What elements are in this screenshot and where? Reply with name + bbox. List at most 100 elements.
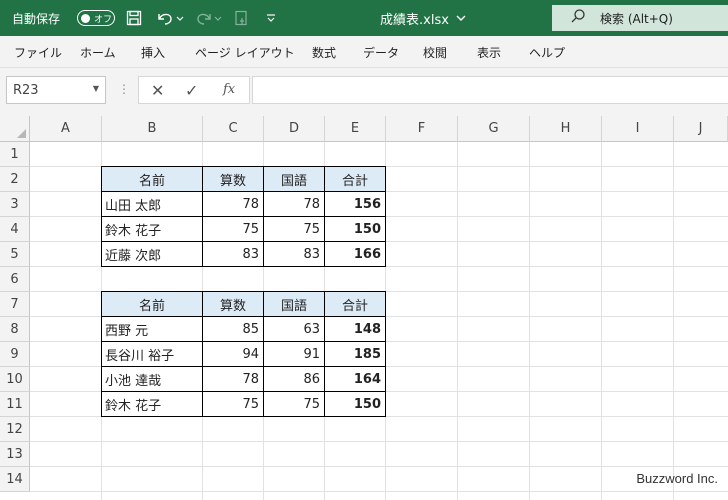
formula-bar-grip-icon[interactable]: ⋮ [118,82,130,96]
row-header[interactable]: 5 [0,242,30,267]
row-header[interactable]: 14 [0,467,30,492]
table2-cell[interactable]: 75 [263,391,325,417]
table2-cell[interactable]: 91 [263,341,325,367]
table2-cell[interactable]: 小池 達哉 [101,366,203,392]
table2-cell[interactable]: 西野 元 [101,316,203,342]
table2-cell[interactable]: 長谷川 裕子 [101,341,203,367]
table1-cell[interactable]: 75 [202,216,264,242]
table2-header-total[interactable]: 合計 [324,291,386,317]
name-box[interactable]: R23 ▼ [6,76,106,104]
table1-header-japanese[interactable]: 国語 [263,166,325,192]
column-header[interactable]: G [458,116,530,142]
table2-cell[interactable]: 150 [324,391,386,417]
cancel-icon[interactable]: ✕ [151,81,164,100]
title-bar: 自動保存 オフ 成績表.xlsx 検索 (Alt+Q) [0,0,728,36]
autosave-label: 自動保存 [12,11,61,26]
table1-header-total[interactable]: 合計 [324,166,386,192]
column-header[interactable]: I [602,116,674,142]
gridline [457,142,458,500]
gridline [30,491,728,492]
row-header[interactable]: 11 [0,392,30,417]
row-header[interactable]: 3 [0,192,30,217]
customize-toolbar-icon[interactable] [265,0,277,36]
undo-icon[interactable] [156,0,184,36]
select-all-corner[interactable] [0,116,30,142]
table2-cell[interactable]: 鈴木 花子 [101,391,203,417]
save-icon[interactable] [126,0,142,36]
column-header[interactable]: B [102,116,203,142]
toggle-knob [81,13,90,23]
tab-data[interactable]: データ [363,36,399,68]
touch-mode-icon[interactable] [233,0,251,36]
column-header[interactable]: H [530,116,602,142]
insert-function-icon[interactable]: fx [223,82,235,97]
redo-icon[interactable] [195,0,223,36]
table1-cell[interactable]: 78 [263,191,325,217]
gridline [529,142,530,500]
table2-cell[interactable]: 75 [202,391,264,417]
formula-bar-area: R23 ▼ ⋮ ✕ ✓ fx [0,68,728,116]
table1-header-name[interactable]: 名前 [101,166,203,192]
enter-icon[interactable]: ✓ [185,81,198,100]
table1-cell[interactable]: 山田 太郎 [101,191,203,217]
table2-cell[interactable]: 148 [324,316,386,342]
row-header[interactable]: 6 [0,267,30,292]
gridline [30,466,728,467]
table1-cell[interactable]: 75 [263,216,325,242]
table1-cell[interactable]: 83 [202,241,264,267]
row-header[interactable]: 12 [0,417,30,442]
column-header[interactable]: F [386,116,458,142]
search-box[interactable]: 検索 (Alt+Q) [552,5,728,31]
search-icon [570,8,586,28]
document-title[interactable]: 成績表.xlsx [380,0,468,36]
tab-formulas[interactable]: 数式 [312,36,336,68]
search-label: 検索 (Alt+Q) [600,11,673,26]
table1-header-math[interactable]: 算数 [202,166,264,192]
tab-view[interactable]: 表示 [477,36,501,68]
gridline [673,142,674,500]
table1-cell[interactable]: 83 [263,241,325,267]
table2-cell[interactable]: 78 [202,366,264,392]
table2-cell[interactable]: 164 [324,366,386,392]
row-header[interactable]: 8 [0,317,30,342]
column-header[interactable]: A [30,116,102,142]
document-title-text: 成績表.xlsx [380,12,449,28]
tab-page-layout[interactable]: ページ レイアウト [195,36,295,68]
table1-cell[interactable]: 166 [324,241,386,267]
tab-review[interactable]: 校閲 [423,36,447,68]
column-header[interactable]: C [203,116,264,142]
autosave-toggle[interactable]: オフ [77,10,115,26]
row-header[interactable]: 4 [0,217,30,242]
name-box-dropdown-icon[interactable]: ▼ [93,84,99,93]
table1-cell[interactable]: 150 [324,216,386,242]
tab-file[interactable]: ファイル [14,36,62,68]
row-header[interactable]: 9 [0,342,30,367]
table1-cell[interactable]: 鈴木 花子 [101,216,203,242]
table2-header-name[interactable]: 名前 [101,291,203,317]
table1-cell[interactable]: 78 [202,191,264,217]
column-header[interactable]: D [264,116,325,142]
row-header[interactable]: 7 [0,292,30,317]
table2-header-japanese[interactable]: 国語 [263,291,325,317]
column-header[interactable]: E [325,116,386,142]
row-header[interactable]: 13 [0,442,30,467]
table2-cell[interactable]: 94 [202,341,264,367]
formula-input[interactable] [252,76,728,104]
tab-home[interactable]: ホーム [80,36,116,68]
table2-cell[interactable]: 185 [324,341,386,367]
gridline [601,142,602,500]
column-header[interactable]: J [674,116,728,142]
tab-help[interactable]: ヘルプ [529,36,565,68]
table2-cell[interactable]: 86 [263,366,325,392]
autosave-state: オフ [94,14,113,25]
table2-cell[interactable]: 85 [202,316,264,342]
row-header[interactable]: 10 [0,367,30,392]
table1-cell[interactable]: 近藤 次郎 [101,241,203,267]
table2-header-math[interactable]: 算数 [202,291,264,317]
gridline [30,441,728,442]
table1-cell[interactable]: 156 [324,191,386,217]
tab-insert[interactable]: 挿入 [141,36,165,68]
row-header[interactable]: 2 [0,167,30,192]
table2-cell[interactable]: 63 [263,316,325,342]
row-header[interactable]: 1 [0,142,30,167]
